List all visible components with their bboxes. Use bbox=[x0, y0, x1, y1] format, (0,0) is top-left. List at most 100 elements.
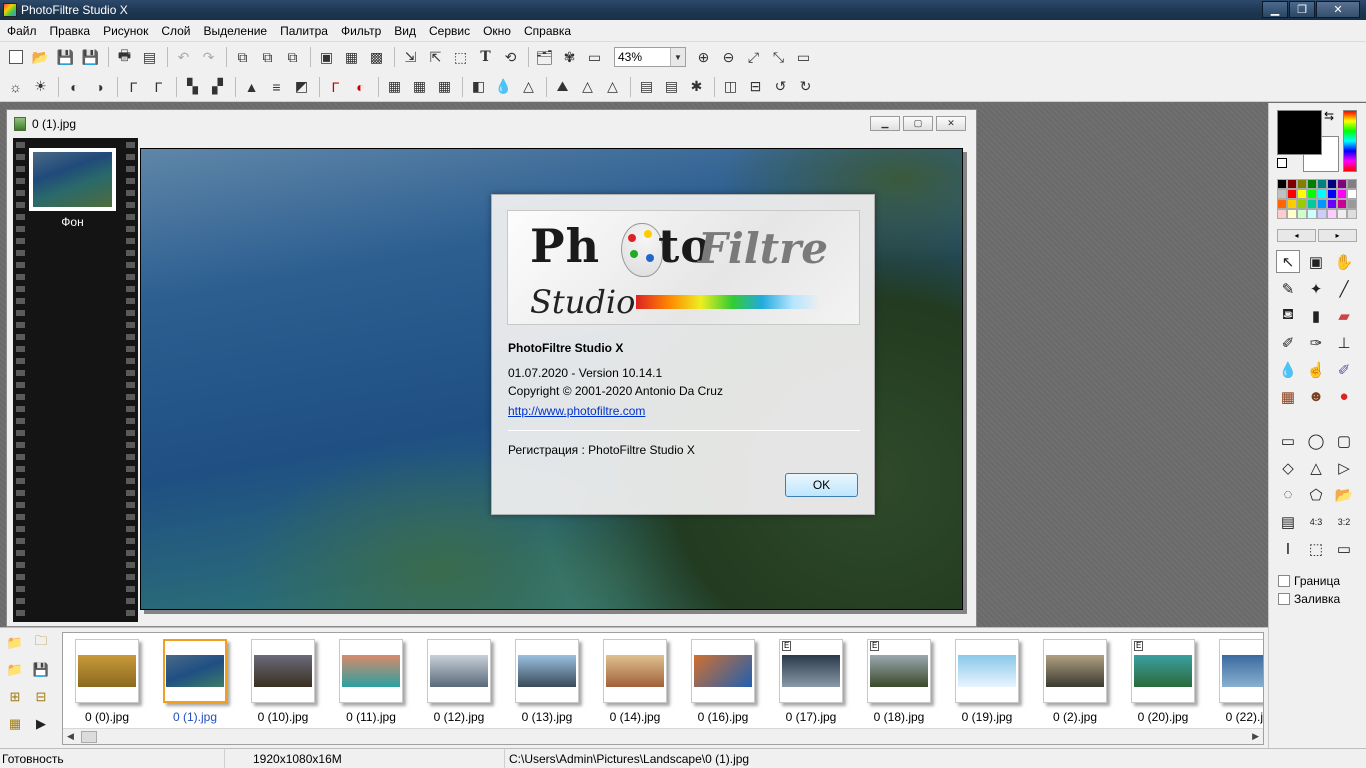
brush-icon[interactable]: ✐ bbox=[1276, 331, 1300, 354]
menu-palette[interactable]: Палитра bbox=[273, 24, 334, 38]
paste-new-icon[interactable]: ⧉ bbox=[281, 46, 304, 68]
thumbnail-frame[interactable] bbox=[339, 639, 403, 703]
thumbnail-item[interactable]: 0 (1).jpg bbox=[161, 637, 249, 725]
thumbnail-item[interactable]: 0 (22).jpg bbox=[1217, 637, 1263, 725]
copy-icon[interactable]: ⧉ bbox=[231, 46, 254, 68]
undo-icon[interactable]: ↶ bbox=[172, 46, 195, 68]
selection-tool-icon[interactable]: ↖ bbox=[1276, 250, 1300, 273]
palette-swatch[interactable] bbox=[1307, 179, 1317, 189]
thumbnail-item[interactable]: 0 (10).jpg bbox=[249, 637, 337, 725]
palette-swatch[interactable] bbox=[1347, 179, 1357, 189]
image-close-button[interactable]: ✕ bbox=[936, 116, 966, 131]
palette-swatch[interactable] bbox=[1297, 189, 1307, 199]
ratio-43-icon[interactable]: 4:3 bbox=[1304, 510, 1328, 533]
menu-tools[interactable]: Сервис bbox=[422, 24, 476, 38]
relief-icon[interactable]: △ bbox=[576, 76, 599, 98]
stamp-icon[interactable]: ⊥ bbox=[1332, 331, 1356, 354]
fill-bucket-icon[interactable]: ⛾ bbox=[1276, 304, 1300, 327]
color-palette[interactable] bbox=[1277, 179, 1357, 219]
blur-drop-icon[interactable]: 💧 bbox=[1276, 358, 1300, 381]
swap-colors-icon[interactable]: ⇆ bbox=[1324, 109, 1334, 123]
brightness-minus-icon[interactable]: ☼ bbox=[4, 76, 27, 98]
menu-edit[interactable]: Правка bbox=[43, 24, 97, 38]
thumbnail-item[interactable]: 0 (19).jpg bbox=[953, 637, 1041, 725]
new-file-icon[interactable] bbox=[4, 46, 27, 68]
line-tool-icon[interactable]: ╱ bbox=[1332, 277, 1356, 300]
color-balance-icon[interactable]: ▤ bbox=[635, 76, 658, 98]
auto-contrast-icon[interactable]: ◐ bbox=[349, 76, 372, 98]
rotate-right-icon[interactable]: ↻ bbox=[794, 76, 817, 98]
ok-button[interactable]: OK bbox=[785, 473, 858, 497]
palette-swatch[interactable] bbox=[1317, 189, 1327, 199]
blur-icon[interactable]: 💧 bbox=[492, 76, 515, 98]
curves-icon[interactable]: ≡ bbox=[265, 76, 288, 98]
palette-swatch[interactable] bbox=[1287, 199, 1297, 209]
thumbnail-frame[interactable] bbox=[75, 639, 139, 703]
save-icon[interactable]: 💾 bbox=[54, 46, 77, 68]
rotate-icon[interactable]: ⟲ bbox=[499, 46, 522, 68]
pattern-icon[interactable]: ▦ bbox=[433, 76, 456, 98]
palette-swatch[interactable] bbox=[1317, 209, 1327, 219]
rgb-mode-icon[interactable]: ▩ bbox=[365, 46, 388, 68]
thumbnail-item[interactable]: 0 (12).jpg bbox=[425, 637, 513, 725]
canvas-size-icon[interactable]: ⇱ bbox=[424, 46, 447, 68]
advanced-brush-icon[interactable]: ✑ bbox=[1304, 331, 1328, 354]
grayscale-icon[interactable]: ▣ bbox=[315, 46, 338, 68]
sepia-icon[interactable]: ▦ bbox=[408, 76, 431, 98]
thumbnail-frame[interactable] bbox=[1219, 639, 1263, 703]
eyedropper-icon[interactable]: ✎ bbox=[1276, 277, 1300, 300]
palette-swatch[interactable] bbox=[1287, 189, 1297, 199]
rounded-rect-shape-icon[interactable]: ▢ bbox=[1332, 429, 1356, 452]
palette-swatch[interactable] bbox=[1327, 209, 1337, 219]
triangle-right-shape-icon[interactable]: ▷ bbox=[1332, 456, 1356, 479]
image-selection-icon[interactable]: ▣ bbox=[1304, 250, 1328, 273]
fullscreen-icon[interactable]: ▭ bbox=[792, 46, 815, 68]
menu-selection[interactable]: Выделение bbox=[197, 24, 274, 38]
zoom-select[interactable]: 43% ▼ bbox=[614, 47, 686, 67]
brightness-plus-icon[interactable]: ☀ bbox=[29, 76, 52, 98]
palette-swatch[interactable] bbox=[1317, 179, 1327, 189]
spray-icon[interactable]: ▮ bbox=[1304, 304, 1328, 327]
color-spectrum[interactable] bbox=[1343, 110, 1357, 172]
zoom-in-icon[interactable]: ⊕ bbox=[692, 46, 715, 68]
open-file-icon[interactable]: 📂 bbox=[29, 46, 52, 68]
layer-thumbnail[interactable] bbox=[29, 148, 116, 211]
rotate-left-icon[interactable]: ↺ bbox=[769, 76, 792, 98]
levels-icon[interactable]: ▲ bbox=[240, 76, 263, 98]
saturation-plus-icon[interactable]: ▞ bbox=[206, 76, 229, 98]
thumbnail-item[interactable]: 0 (2).jpg bbox=[1041, 637, 1129, 725]
clone-brush-icon[interactable]: ✐ bbox=[1332, 358, 1356, 381]
emboss-icon[interactable]: ⛰ bbox=[551, 76, 574, 98]
palette-swatch[interactable] bbox=[1317, 199, 1327, 209]
negative-icon[interactable]: ◩ bbox=[290, 76, 313, 98]
actual-size-icon[interactable]: ⤢ bbox=[742, 46, 765, 68]
palette-swatch[interactable] bbox=[1277, 199, 1287, 209]
gamma-minus-icon[interactable]: Γ bbox=[122, 76, 145, 98]
palette-prev-button[interactable]: ◂ bbox=[1277, 229, 1316, 242]
text-icon[interactable]: T bbox=[474, 46, 497, 68]
ratio-32-icon[interactable]: 3:2 bbox=[1332, 510, 1356, 533]
thumbnail-frame[interactable] bbox=[515, 639, 579, 703]
crop-selection-icon[interactable]: ⬚ bbox=[1304, 537, 1328, 560]
zoom-out-icon[interactable]: ⊖ bbox=[717, 46, 740, 68]
triangle-shape-icon[interactable]: △ bbox=[1304, 456, 1328, 479]
contrast-minus-icon[interactable]: ◐ bbox=[63, 76, 86, 98]
dither-icon[interactable]: ▦ bbox=[383, 76, 406, 98]
browser-grid-icon[interactable]: ▦ bbox=[4, 713, 26, 735]
palette-swatch[interactable] bbox=[1307, 209, 1317, 219]
scroll-right-icon[interactable]: ▶ bbox=[1252, 731, 1259, 742]
browser-tree-icon[interactable]: ⊞ bbox=[4, 686, 26, 708]
palette-swatch[interactable] bbox=[1327, 189, 1337, 199]
thumbnail-item[interactable]: 0 (14).jpg bbox=[601, 637, 689, 725]
menu-window[interactable]: Окно bbox=[476, 24, 517, 38]
rectangle-shape-icon[interactable]: ▭ bbox=[1276, 429, 1300, 452]
reset-colors-icon[interactable] bbox=[1277, 158, 1287, 168]
close-button[interactable]: ✕ bbox=[1316, 1, 1360, 18]
lasso-icon[interactable]: ◌ bbox=[1276, 483, 1300, 506]
browser-folder-icon[interactable]: 📁 bbox=[4, 632, 26, 654]
browser-folder-image-icon[interactable]: 🗀 bbox=[30, 632, 52, 654]
image-maximize-button[interactable]: ▢ bbox=[903, 116, 933, 131]
palette-swatch[interactable] bbox=[1307, 199, 1317, 209]
thumbnail-item[interactable]: 0 (13).jpg bbox=[513, 637, 601, 725]
palette-swatch[interactable] bbox=[1297, 199, 1307, 209]
